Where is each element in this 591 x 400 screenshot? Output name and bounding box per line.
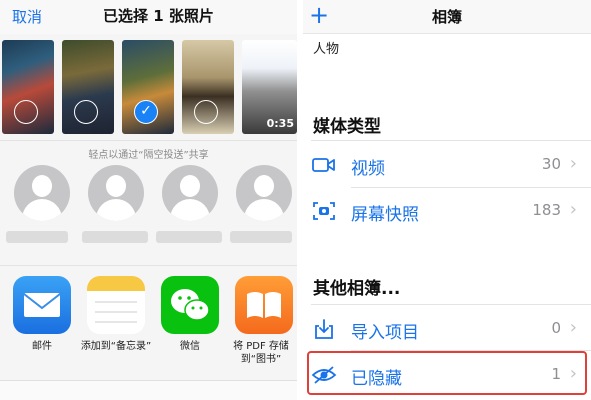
notes-icon[interactable] — [87, 276, 145, 334]
share-sheet: 取消 已选择 1 张照片 ✓ 0:35 轻点以通过“隔空投送”共享 邮件 添加到… — [0, 0, 297, 400]
album-row-screenshots[interactable]: 屏幕快照 183 › — [303, 189, 591, 233]
app-label-notes: 添加到“备忘录” — [80, 341, 152, 352]
share-sheet-bottom-bar — [0, 380, 297, 400]
share-apps-row: 邮件 添加到“备忘录” 微信 将 PDF 存储到“图书” — [0, 265, 297, 380]
books-icon[interactable] — [235, 276, 293, 334]
checkmark-icon[interactable]: ✓ — [134, 100, 158, 124]
blurred-contact-name — [230, 231, 292, 243]
photo-thumbnail[interactable] — [182, 40, 234, 134]
album-label: 屏幕快照 — [351, 205, 419, 225]
albums-title: 相簿 — [431, 8, 462, 26]
album-label: 视频 — [351, 159, 385, 179]
divider — [311, 140, 591, 141]
album-row-videos[interactable]: 视频 30 › — [303, 143, 591, 187]
media-types-title: 媒体类型 — [313, 117, 381, 137]
import-icon — [311, 317, 337, 341]
album-count: 183 — [532, 201, 561, 219]
photo-thumbnail[interactable] — [2, 40, 54, 134]
photo-thumbnail-selected[interactable]: ✓ — [122, 40, 174, 134]
photo-thumbnail[interactable] — [62, 40, 114, 134]
app-label-mail: 邮件 — [32, 341, 52, 352]
airdrop-contact-avatar[interactable] — [236, 165, 292, 221]
divider — [311, 304, 591, 305]
chevron-right-icon: › — [569, 153, 577, 174]
airdrop-contact-avatar[interactable] — [88, 165, 144, 221]
albums-panel: + 相簿 人物 媒体类型 视频 30 › 屏幕快照 183 › 其他相簿... — [303, 0, 591, 400]
video-thumbnail[interactable]: 0:35 — [242, 40, 297, 134]
select-circle-icon[interactable] — [194, 100, 218, 124]
chevron-right-icon: › — [569, 199, 577, 220]
airdrop-contact-avatar[interactable] — [162, 165, 218, 221]
share-sheet-header: 取消 已选择 1 张照片 — [0, 0, 297, 34]
blurred-contact-name — [82, 231, 148, 243]
other-albums-title: 其他相簿... — [313, 279, 401, 299]
airdrop-contact-avatar[interactable] — [14, 165, 70, 221]
video-duration: 0:35 — [266, 117, 294, 130]
highlight-box — [307, 351, 587, 395]
album-label: 导入项目 — [351, 323, 419, 343]
airdrop-hint: 轻点以通过“隔空投送”共享 — [88, 150, 209, 161]
wechat-icon[interactable] — [161, 276, 219, 334]
video-icon — [311, 153, 337, 177]
albums-header: + 相簿 — [303, 0, 591, 34]
blurred-contact-name — [156, 231, 222, 243]
airdrop-section: 轻点以通过“隔空投送”共享 — [0, 140, 297, 260]
album-count: 0 — [551, 319, 561, 337]
selection-title: 已选择 1 张照片 — [103, 7, 214, 25]
select-circle-icon[interactable] — [14, 100, 38, 124]
photo-strip: ✓ 0:35 — [0, 40, 297, 136]
people-album-label[interactable]: 人物 — [313, 38, 339, 57]
album-count: 30 — [541, 155, 561, 173]
divider — [351, 187, 591, 188]
screenshot-icon — [311, 199, 337, 223]
album-row-imported[interactable]: 导入项目 0 › — [303, 307, 591, 351]
app-label-wechat: 微信 — [180, 341, 200, 352]
select-circle-icon[interactable] — [74, 100, 98, 124]
mail-icon[interactable] — [13, 276, 71, 334]
chevron-right-icon: › — [569, 317, 577, 338]
blurred-contact-name — [6, 231, 68, 243]
app-label-books: 将 PDF 存储到“图书” — [233, 341, 289, 365]
